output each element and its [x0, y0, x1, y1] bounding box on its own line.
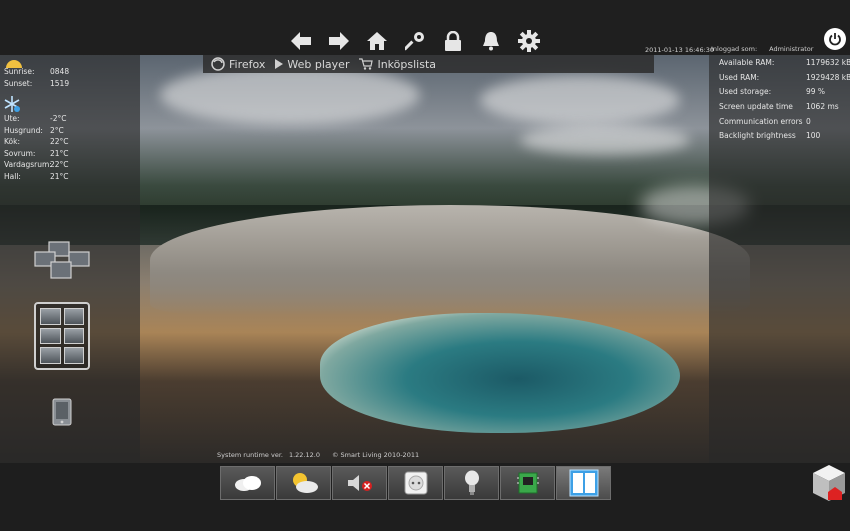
home-icon[interactable]	[358, 26, 396, 56]
login-info: Inloggad som: Administrator	[711, 45, 813, 53]
stat-label: Used RAM:	[719, 72, 760, 82]
sunset-label: Sunset:	[4, 78, 33, 88]
forward-arrow-icon[interactable]	[320, 26, 358, 56]
dock-light-button[interactable]	[444, 466, 499, 500]
light-bulb-icon	[464, 470, 479, 495]
bookmark-firefox[interactable]: Firefox	[211, 57, 265, 71]
runtime-version: 1.22.12.0	[288, 451, 320, 459]
mute-speaker-icon	[347, 475, 372, 491]
stat-label: Used storage:	[719, 87, 772, 97]
login-label: Inloggad som:	[711, 45, 758, 53]
sunrise-value: 0848	[50, 67, 70, 76]
back-arrow-icon[interactable]	[282, 26, 320, 56]
login-user: Administrator	[769, 45, 814, 53]
firefox-icon	[211, 57, 225, 71]
power-icon[interactable]	[824, 28, 846, 50]
stat-value: 1062 ms	[806, 102, 839, 112]
cloud-shape	[480, 75, 680, 125]
home-cube-button[interactable]	[811, 463, 847, 507]
top-bar: 2011-01-13 16:46:30 Inloggad som: Admini…	[0, 0, 850, 55]
lock-icon[interactable]	[434, 26, 472, 56]
play-icon	[275, 59, 284, 69]
bookmark-bar: Firefox Web player Inköpslista	[203, 55, 654, 73]
temp-label: Husgrund:	[4, 125, 43, 135]
runtime-label: System runtime ver.	[217, 451, 283, 459]
top-toolbar	[282, 26, 548, 56]
temp-value: 21°C	[50, 148, 69, 158]
tablet-icon	[52, 398, 72, 426]
temp-value: 22°C	[50, 137, 69, 146]
temp-value: 2°C	[50, 125, 64, 135]
dock-circuit-button[interactable]	[500, 466, 555, 500]
cloud-icon	[234, 476, 261, 491]
copyright: © Smart Living 2010-2011	[331, 451, 420, 459]
dock-mute-button[interactable]	[332, 466, 387, 500]
sun-times: Sunrise: 0848 Sunset: 1519	[4, 66, 69, 89]
sunrise-label: Sunrise:	[4, 67, 35, 76]
stat-value: 99 %	[806, 87, 826, 97]
cloud-shape	[160, 65, 420, 125]
datetime: 2011-01-13 16:46:30	[645, 46, 715, 54]
stat-label: Backlight brightness	[719, 131, 796, 141]
bookmark-label: Inköpslista	[377, 57, 437, 71]
dock-cloud-button[interactable]	[220, 466, 275, 500]
temp-value: -2°C	[50, 114, 67, 123]
temp-value: 22°C	[50, 160, 69, 169]
geyser-mound	[150, 205, 750, 315]
dock-window-button[interactable]	[556, 466, 611, 500]
weather-icon	[292, 473, 318, 493]
bell-icon[interactable]	[472, 26, 510, 56]
window-cascade-icon	[34, 241, 90, 279]
sunset-value: 1519	[50, 78, 70, 88]
system-stats: Available RAM: 1179632 kB Used RAM: 192942…	[719, 56, 850, 144]
stat-label: Communication errors	[719, 116, 803, 126]
power-outlet-icon	[404, 471, 427, 495]
window-cascade-button[interactable]	[33, 240, 91, 284]
temp-label: Hall:	[4, 171, 21, 181]
window-icon	[569, 469, 598, 497]
circuit-board-icon	[516, 472, 539, 494]
stat-label: Available RAM:	[719, 58, 775, 67]
temperature-list: Ute: -2°C Husgrund: 2°C Kök: 22°C Sovrum: 21…	[4, 113, 69, 182]
footer-info: System runtime ver. 1.22.12.0 © Smart Li…	[217, 451, 419, 459]
stat-value: 100	[806, 131, 821, 141]
temp-label: Vardagsrum:	[4, 160, 52, 169]
temp-label: Ute:	[4, 114, 20, 123]
cloud-shape	[520, 125, 690, 155]
key-icon[interactable]	[396, 26, 434, 56]
snowflake-icon	[4, 96, 20, 112]
hot-spring-pool	[320, 313, 680, 433]
tablet-button[interactable]	[52, 398, 72, 430]
cart-icon	[359, 58, 374, 70]
app-dock	[220, 466, 611, 500]
bookmark-shopping-list[interactable]: Inköpslista	[359, 58, 436, 71]
stat-label: Screen update time	[719, 102, 793, 112]
temp-value: 21°C	[50, 171, 69, 181]
gear-icon[interactable]	[510, 26, 548, 56]
bookmark-web-player[interactable]: Web player	[275, 58, 349, 71]
bookmark-label: Firefox	[229, 57, 266, 71]
temp-label: Sovrum:	[4, 148, 36, 158]
temp-label: Kök:	[4, 137, 21, 146]
dock-outlet-button[interactable]	[388, 466, 443, 500]
home-cube-icon	[813, 465, 845, 501]
stat-value: 1179632 kB	[806, 58, 850, 67]
grid-view-button[interactable]	[34, 302, 90, 370]
bookmark-label: Web player	[287, 57, 350, 71]
stat-value: 0	[806, 116, 811, 126]
stat-value: 1929428 kB	[806, 72, 850, 82]
dock-weather-button[interactable]	[276, 466, 331, 500]
